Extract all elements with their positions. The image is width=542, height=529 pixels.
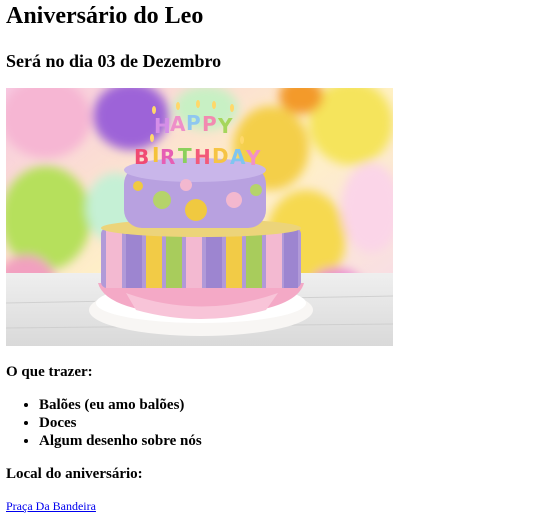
svg-text:B: B [134, 145, 149, 169]
svg-text:P: P [186, 111, 201, 135]
page: Aniversário do Leo Será no dia 03 de Dez… [0, 0, 542, 529]
page-title: Aniversário do Leo [6, 3, 204, 29]
svg-text:A: A [170, 112, 186, 136]
svg-text:Y: Y [245, 146, 261, 170]
svg-text:D: D [212, 144, 229, 168]
list-item: Algum desenho sobre nós [39, 432, 202, 450]
page-subtitle: Será no dia 03 de Dezembro [6, 51, 222, 71]
svg-text:I: I [152, 143, 159, 167]
svg-text:A: A [230, 145, 246, 169]
list-item: Doces [39, 414, 202, 432]
svg-text:H: H [154, 114, 171, 138]
svg-text:Y: Y [217, 114, 233, 138]
bring-list: Balões (eu amo balões) Doces Algum desen… [0, 396, 202, 450]
svg-text:T: T [178, 144, 192, 168]
location-link[interactable]: Praça Da Bandeira [6, 499, 96, 514]
bring-heading: O que trazer: [6, 364, 93, 380]
svg-text:P: P [202, 112, 217, 136]
list-item: Balões (eu amo balões) [39, 396, 202, 414]
birthday-cake-image: H A P P Y B I R T H D A Y [6, 88, 393, 346]
svg-text:R: R [160, 145, 175, 169]
location-heading: Local do aniversário: [6, 466, 143, 482]
svg-text:H: H [194, 145, 211, 169]
